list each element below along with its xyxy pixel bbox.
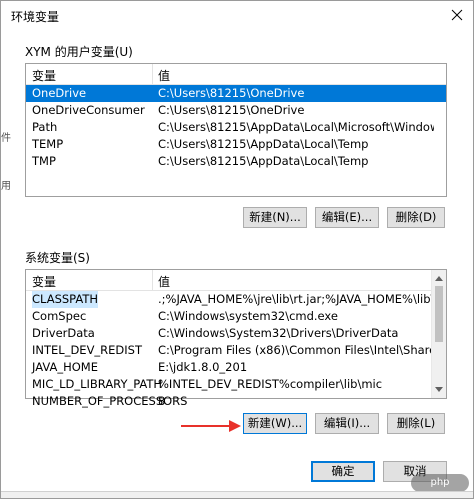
delete-system-variable-button[interactable]: 删除(L) [387,413,445,434]
title-bar: 环境变量 [1,1,473,31]
close-icon[interactable] [449,7,465,23]
variable-value: C:\Users\81215\AppData\Local\Microsoft\W… [158,120,434,134]
variable-name: TEMP [32,137,64,151]
variable-name: JAVA_HOME [32,360,98,374]
ok-button[interactable]: 确定 [311,461,375,482]
column-header-value[interactable]: 值 [158,67,170,84]
variable-name: MIC_LD_LIBRARY_PATH [32,377,163,391]
variable-name: CLASSPATH [32,291,99,308]
user-variables-label: XYM 的用户变量(U) [25,45,133,59]
table-row[interactable]: OneDrive C:\Users\81215\OneDrive [26,85,446,102]
variable-name: OneDriveConsumer [32,103,145,117]
vertical-scrollbar[interactable] [431,270,446,398]
table-row[interactable]: NUMBER_OF_PROCESSORS 8 [26,393,446,410]
scroll-down-icon[interactable] [435,387,443,392]
column-header-value[interactable]: 值 [158,273,170,290]
table-row[interactable]: JAVA_HOME E:\jdk1.8.0_201 [26,359,446,376]
user-variables-list[interactable]: 变量 值 OneDrive C:\Users\81215\OneDrive On… [25,63,447,197]
background-edge-text: 件 [1,133,11,144]
background-edge-text: 用 [1,181,11,192]
variable-name: DriverData [32,326,95,340]
table-row[interactable]: CLASSPATH .;%JAVA_HOME%\jre\lib\rt.jar;%… [26,291,446,308]
variable-value: C:\Users\81215\AppData\Local\Temp [158,137,369,151]
variable-name: OneDrive [32,86,87,100]
variable-value: C:\Users\81215\AppData\Local\Temp [158,154,369,168]
scroll-up-icon[interactable] [435,276,443,281]
table-row[interactable]: TEMP C:\Users\81215\AppData\Local\Temp [26,136,446,153]
variable-name: TMP [32,154,56,168]
user-list-header: 变量 值 [26,64,446,85]
table-row[interactable]: Path C:\Users\81215\AppData\Local\Micros… [26,119,446,136]
variable-value: %INTEL_DEV_REDIST%compiler\lib\mic [158,377,383,391]
annotation-arrow-icon [181,420,241,432]
variable-value: 8 [158,394,166,408]
window-title: 环境变量 [11,10,60,24]
system-variables-list[interactable]: 变量 值 CLASSPATH .;%JAVA_HOME%\jre\lib\rt.… [25,269,447,408]
variable-name: ComSpec [32,309,87,323]
variable-value: C:\Users\81215\OneDrive [158,103,305,117]
delete-user-variable-button[interactable]: 删除(D) [387,207,445,228]
edit-system-variable-button[interactable]: 编辑(I)... [315,413,379,434]
system-list-header: 变量 值 [26,270,446,291]
variable-name: Path [32,120,58,134]
background-window-strip [1,491,473,498]
table-row[interactable]: OneDriveConsumer C:\Users\81215\OneDrive [26,102,446,119]
variable-value: C:\Windows\system32\cmd.exe [158,309,338,323]
variable-value: C:\Users\81215\OneDrive [158,86,305,100]
new-system-variable-button[interactable]: 新建(W)... [243,413,307,434]
table-row[interactable]: TMP C:\Users\81215\AppData\Local\Temp [26,153,446,170]
column-header-variable[interactable]: 变量 [32,273,56,290]
variable-value: C:\Windows\System32\Drivers\DriverData [158,326,399,340]
variable-value: E:\jdk1.8.0_201 [158,360,248,374]
scroll-thumb[interactable] [435,286,443,342]
table-row[interactable]: ComSpec C:\Windows\system32\cmd.exe [26,308,446,325]
variable-value: C:\Program Files (x86)\Common Files\Inte… [158,343,434,357]
edit-user-variable-button[interactable]: 编辑(E)... [315,207,379,228]
column-divider[interactable] [152,270,153,290]
column-header-variable[interactable]: 变量 [32,67,56,84]
new-user-variable-button[interactable]: 新建(N)... [243,207,307,228]
variable-value: .;%JAVA_HOME%\jre\lib\rt.jar;%JAVA_HOME%… [158,292,434,306]
watermark: php [411,474,469,492]
column-divider[interactable] [152,64,153,84]
variable-name: INTEL_DEV_REDIST [32,343,143,357]
table-row[interactable]: INTEL_DEV_REDIST C:\Program Files (x86)\… [26,342,446,359]
system-variables-label: 系统变量(S) [25,251,90,265]
table-row[interactable]: DriverData C:\Windows\System32\Drivers\D… [26,325,446,342]
table-row[interactable]: MIC_LD_LIBRARY_PATH %INTEL_DEV_REDIST%co… [26,376,446,393]
environment-variables-dialog: 环境变量 件 用 XYM 的用户变量(U) 变量 值 OneDrive C:\U… [0,0,474,499]
